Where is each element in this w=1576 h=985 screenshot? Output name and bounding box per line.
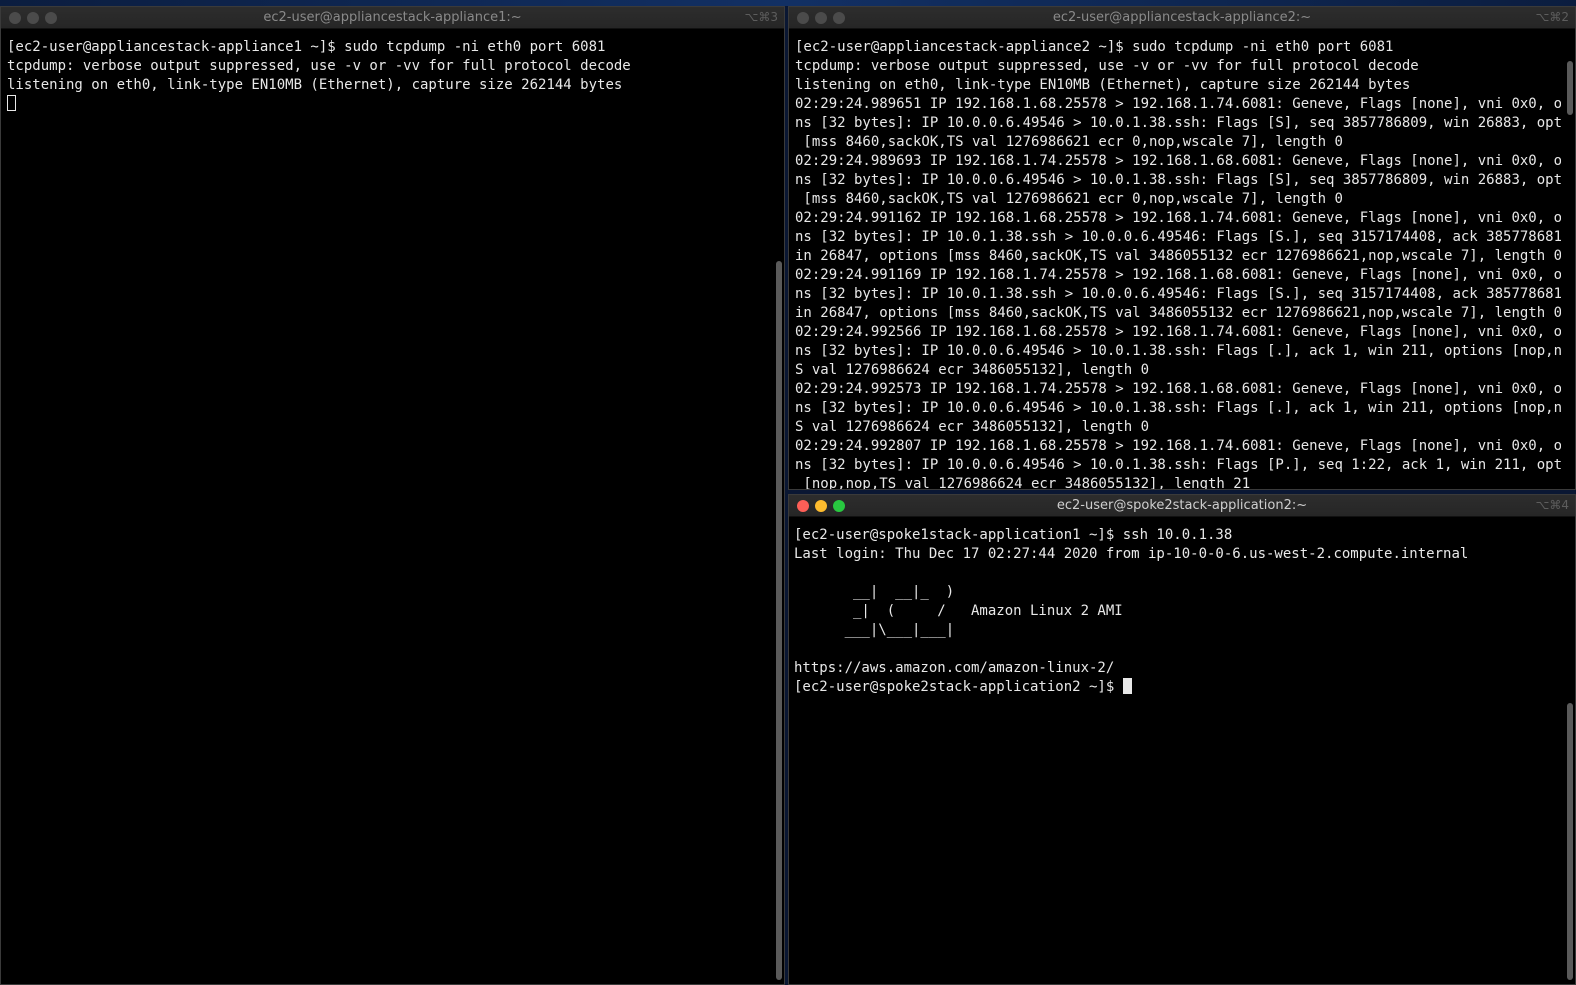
- output-line: 02:29:24.989651 IP 192.168.1.68.25578 > …: [795, 96, 1561, 112]
- window-title: ec2-user@appliancestack-appliance1:~: [263, 10, 522, 25]
- output-line: tcpdump: verbose output suppressed, use …: [795, 58, 1419, 74]
- output-line: [ec2-user@spoke1stack-application1 ~]$ s…: [794, 527, 1233, 543]
- output-line: ns [32 bytes]: IP 10.0.1.38.ssh > 10.0.0…: [795, 229, 1561, 245]
- window-title: ec2-user@spoke2stack-application2:~: [1056, 498, 1308, 513]
- output-line: 02:29:24.992573 IP 192.168.1.74.25578 > …: [795, 381, 1561, 397]
- output-line: in 26847, options [mss 8460,sackOK,TS va…: [795, 305, 1561, 321]
- scroll-thumb[interactable]: [1567, 703, 1573, 980]
- terminal-window-spoke2[interactable]: ec2-user@spoke2stack-application2:~ ⌥⌘4 …: [788, 494, 1576, 985]
- output-line: [nop,nop,TS val 1276986624 ecr 348605513…: [795, 476, 1251, 490]
- terminal-output[interactable]: [ec2-user@appliancestack-appliance2 ~]$ …: [795, 38, 1561, 490]
- banner-line: __| __|_ ): [794, 584, 955, 600]
- output-line: ns [32 bytes]: IP 10.0.1.38.ssh > 10.0.0…: [795, 286, 1561, 302]
- output-line: in 26847, options [mss 8460,sackOK,TS va…: [795, 248, 1561, 264]
- terminal-output[interactable]: [ec2-user@appliancestack-appliance1 ~]$ …: [7, 38, 770, 114]
- title-bar[interactable]: ec2-user@spoke2stack-application2:~ ⌥⌘4: [789, 495, 1575, 517]
- window-shortcut: ⌥⌘4: [1535, 498, 1569, 512]
- output-line: 02:29:24.992566 IP 192.168.1.68.25578 > …: [795, 324, 1561, 340]
- window-shortcut: ⌥⌘3: [744, 10, 778, 24]
- title-bar[interactable]: ec2-user@appliancestack-appliance1:~ ⌥⌘3: [1, 7, 784, 29]
- output-line: ns [32 bytes]: IP 10.0.0.6.49546 > 10.0.…: [795, 400, 1561, 416]
- output-line: [mss 8460,sackOK,TS val 1276986621 ecr 0…: [795, 191, 1343, 207]
- output-line: listening on eth0, link-type EN10MB (Eth…: [7, 77, 623, 93]
- output-line: 02:29:24.991169 IP 192.168.1.74.25578 > …: [795, 267, 1561, 283]
- output-line: Last login: Thu Dec 17 02:27:44 2020 fro…: [794, 546, 1469, 562]
- output-line: [ec2-user@appliancestack-appliance1 ~]$ …: [7, 39, 606, 55]
- window-title: ec2-user@appliancestack-appliance2:~: [1052, 10, 1312, 25]
- scrollbar[interactable]: [774, 29, 784, 984]
- output-line: ns [32 bytes]: IP 10.0.0.6.49546 > 10.0.…: [795, 172, 1561, 188]
- scroll-thumb[interactable]: [1567, 61, 1573, 115]
- output-line: 02:29:24.989693 IP 192.168.1.74.25578 > …: [795, 153, 1561, 169]
- title-bar[interactable]: ec2-user@appliancestack-appliance2:~ ⌥⌘2: [789, 7, 1575, 29]
- terminal-window-appliance2[interactable]: ec2-user@appliancestack-appliance2:~ ⌥⌘2…: [788, 6, 1576, 490]
- window-shortcut: ⌥⌘2: [1535, 10, 1569, 24]
- prompt-line[interactable]: [ec2-user@spoke2stack-application2 ~]$: [794, 678, 1561, 697]
- terminal-window-appliance1[interactable]: ec2-user@appliancestack-appliance1:~ ⌥⌘3…: [0, 6, 785, 985]
- text-cursor: [7, 95, 16, 111]
- output-line: tcpdump: verbose output suppressed, use …: [7, 58, 631, 74]
- output-line: [mss 8460,sackOK,TS val 1276986621 ecr 0…: [795, 134, 1343, 150]
- output-line: listening on eth0, link-type EN10MB (Eth…: [795, 77, 1411, 93]
- output-line: S val 1276986624 ecr 3486055132], length…: [795, 362, 1150, 378]
- output-line: S val 1276986624 ecr 3486055132], length…: [795, 419, 1150, 435]
- output-line: 02:29:24.991162 IP 192.168.1.68.25578 > …: [795, 210, 1561, 226]
- scrollbar[interactable]: [1565, 517, 1575, 984]
- scrollbar[interactable]: [1565, 29, 1575, 489]
- output-line: https://aws.amazon.com/amazon-linux-2/: [794, 660, 1115, 676]
- cursor-line: [7, 95, 770, 114]
- output-line: ns [32 bytes]: IP 10.0.0.6.49546 > 10.0.…: [795, 343, 1561, 359]
- banner-line: _| ( / Amazon Linux 2 AMI: [794, 603, 1123, 619]
- output-line: ns [32 bytes]: IP 10.0.0.6.49546 > 10.0.…: [795, 457, 1561, 473]
- text-cursor: [1122, 678, 1132, 694]
- scroll-thumb[interactable]: [776, 261, 782, 980]
- output-line: 02:29:24.992807 IP 192.168.1.68.25578 > …: [795, 438, 1561, 454]
- terminal-output[interactable]: [ec2-user@spoke1stack-application1 ~]$ s…: [794, 526, 1561, 697]
- banner-line: ___|\___|___|: [794, 622, 955, 638]
- shell-prompt: [ec2-user@spoke2stack-application2 ~]$: [794, 679, 1123, 695]
- output-line: [ec2-user@appliancestack-appliance2 ~]$ …: [795, 39, 1394, 55]
- output-line: ns [32 bytes]: IP 10.0.0.6.49546 > 10.0.…: [795, 115, 1561, 131]
